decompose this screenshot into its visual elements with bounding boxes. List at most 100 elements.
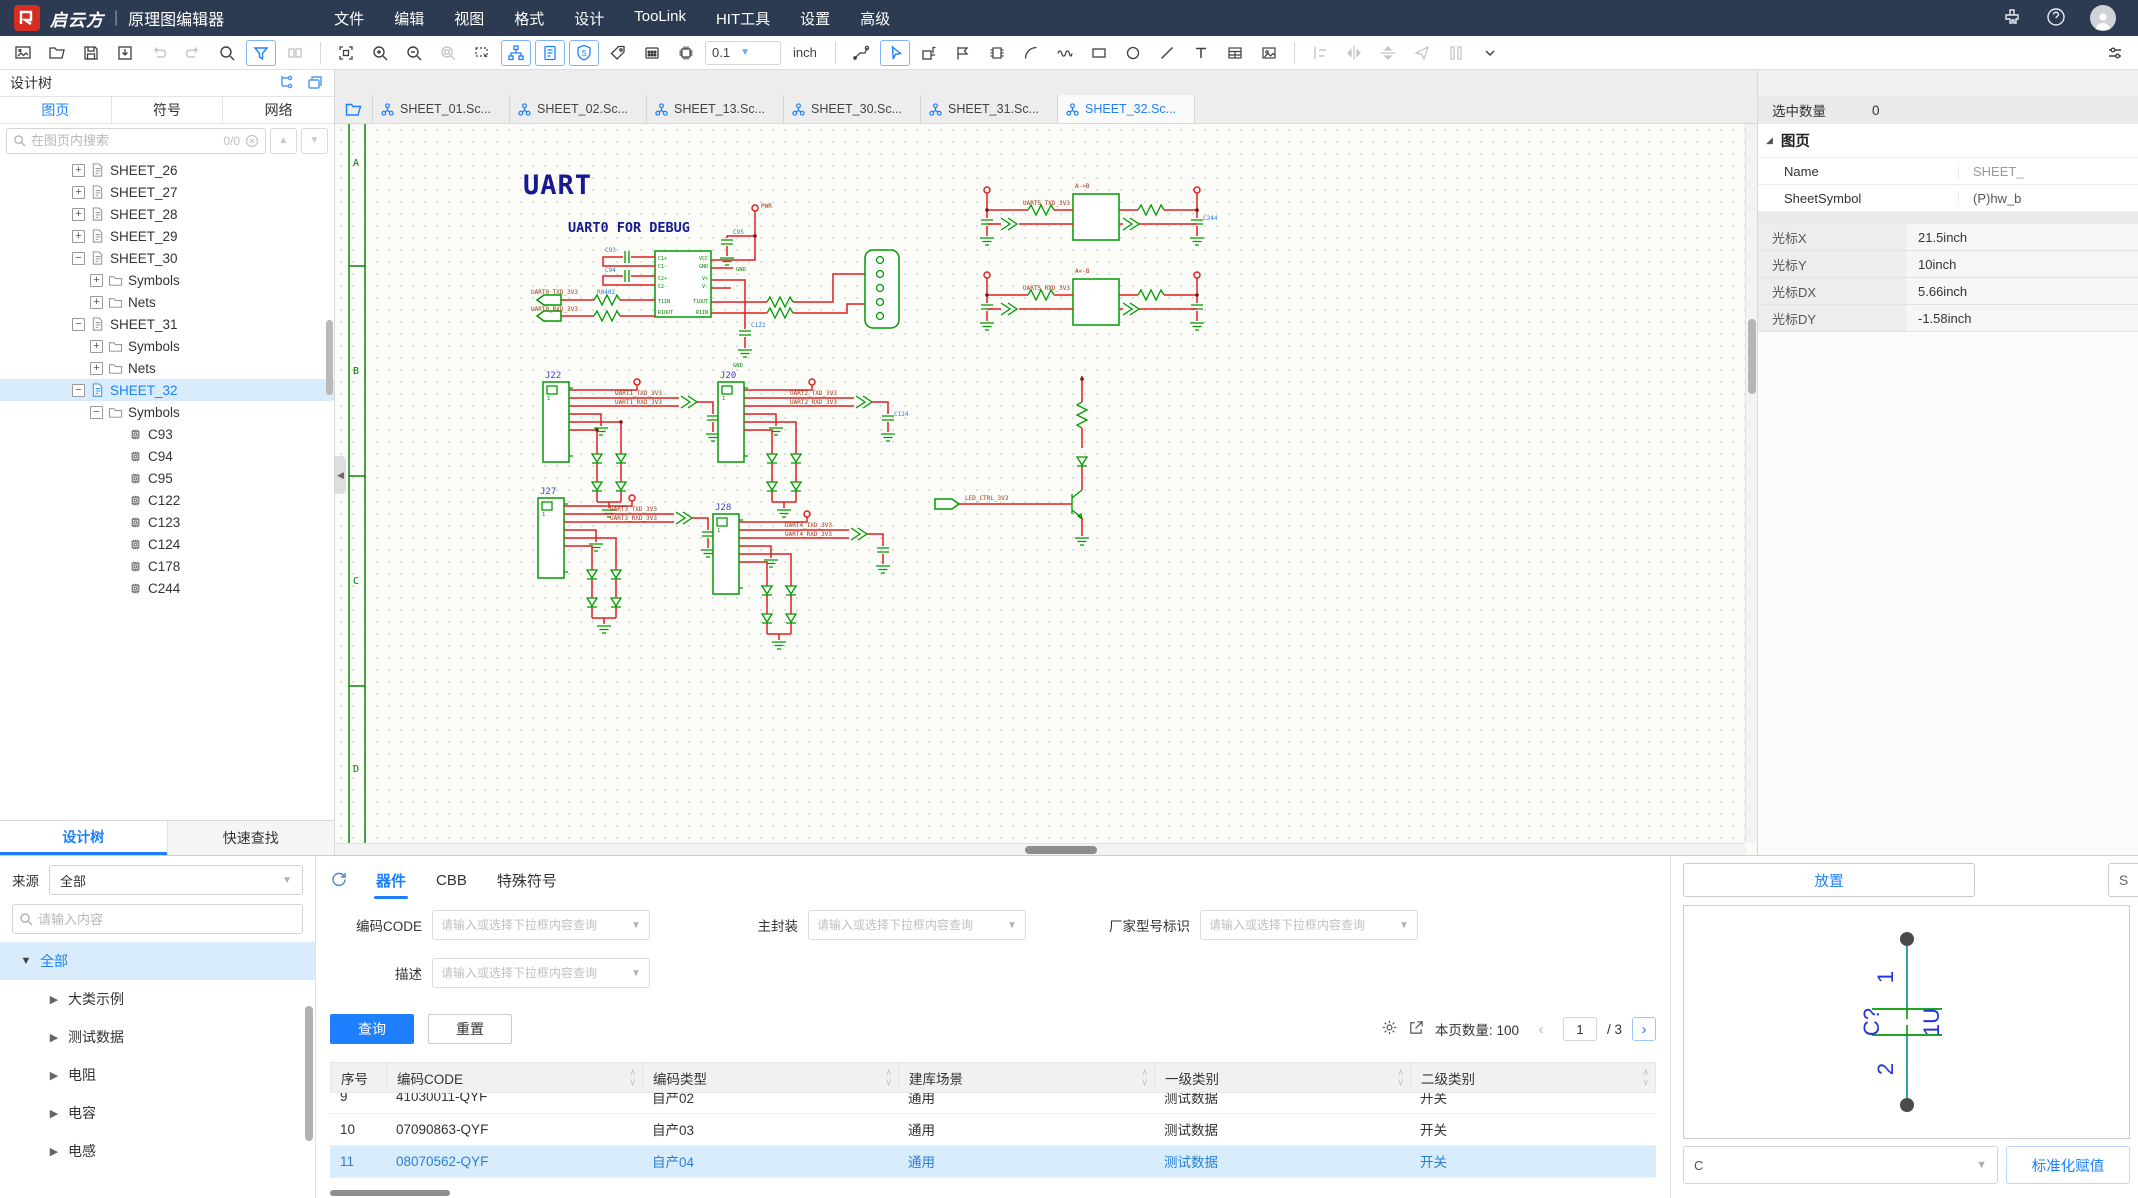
tree-item-sheet32-selected[interactable]: −SHEET_32 bbox=[0, 379, 334, 401]
doc-tab-sheet01[interactable]: SHEET_01.Sc... bbox=[373, 95, 510, 123]
arc-tool-icon[interactable] bbox=[1016, 40, 1046, 66]
tile-windows-icon[interactable] bbox=[280, 40, 310, 66]
sort-icons[interactable]: ∧∨ bbox=[629, 1067, 636, 1087]
vendor-filter-select[interactable]: ▼ bbox=[1200, 910, 1418, 940]
canvas-vertical-scrollbar[interactable] bbox=[1745, 124, 1757, 843]
expander-expand-icon[interactable]: + bbox=[72, 186, 85, 199]
line-tool-icon[interactable] bbox=[1152, 40, 1182, 66]
category-scrollbar[interactable] bbox=[305, 1006, 313, 1141]
net-flag-icon[interactable] bbox=[948, 40, 978, 66]
grid-size-select[interactable]: 0.1▼ bbox=[705, 41, 781, 65]
tree-item-c124[interactable]: C124 bbox=[0, 533, 334, 555]
tree-item-symbols[interactable]: +Symbols bbox=[0, 269, 334, 291]
col-code[interactable]: 编码CODE∧∨ bbox=[387, 1063, 643, 1093]
export-icon[interactable] bbox=[1408, 1019, 1425, 1039]
zoom-selection-icon[interactable] bbox=[433, 40, 463, 66]
tree-item-sheet31[interactable]: −SHEET_31 bbox=[0, 313, 334, 335]
table-horizontal-scrollbar[interactable] bbox=[330, 1190, 450, 1196]
ic-symbol-icon[interactable] bbox=[982, 40, 1012, 66]
toolbar-more-chevron-icon[interactable] bbox=[1475, 40, 1505, 66]
expander-expand-icon[interactable]: + bbox=[72, 208, 85, 221]
tree-item-c94[interactable]: C94 bbox=[0, 445, 334, 467]
search-next-button[interactable]: ▼ bbox=[301, 128, 328, 154]
refresh-icon[interactable] bbox=[330, 870, 348, 891]
designator-select[interactable]: C▼ bbox=[1683, 1146, 1998, 1184]
category-all[interactable]: ▼全部 bbox=[0, 942, 315, 980]
open-file-icon[interactable] bbox=[42, 40, 72, 66]
mirror-vertical-icon[interactable] bbox=[1373, 40, 1403, 66]
send-icon[interactable] bbox=[1407, 40, 1437, 66]
expander-collapse-icon[interactable]: − bbox=[72, 318, 85, 331]
caret-down-icon[interactable]: ▼ bbox=[20, 955, 32, 967]
menu-format[interactable]: 格式 bbox=[514, 8, 544, 29]
user-avatar[interactable] bbox=[2090, 5, 2116, 31]
tree-item-symbols[interactable]: −Symbols bbox=[0, 401, 334, 423]
query-button[interactable]: 查询 bbox=[330, 1014, 414, 1044]
clear-search-icon[interactable] bbox=[245, 134, 259, 148]
expand-tree-icon[interactable] bbox=[278, 73, 296, 94]
panel-collapse-handle[interactable]: ◀ bbox=[335, 456, 346, 494]
expander-expand-icon[interactable]: + bbox=[72, 164, 85, 177]
caret-right-icon[interactable]: ▶ bbox=[48, 1069, 60, 1082]
col-scenario[interactable]: 建库场景∧∨ bbox=[899, 1063, 1155, 1093]
bottom-tab-design-tree[interactable]: 设计树 bbox=[0, 821, 167, 855]
tree-item-sheet27[interactable]: +SHEET_27 bbox=[0, 181, 334, 203]
doc-tab-sheet30[interactable]: SHEET_30.Sc... bbox=[784, 95, 921, 123]
reset-button[interactable]: 重置 bbox=[428, 1014, 512, 1044]
caret-right-icon[interactable]: ▶ bbox=[48, 1145, 60, 1158]
doc-tab-sheet31[interactable]: SHEET_31.Sc... bbox=[921, 95, 1058, 123]
code-filter-select[interactable]: ▼ bbox=[432, 910, 650, 940]
table-row-selected[interactable]: 1108070562-QYF自产04通用测试数据开关 bbox=[330, 1145, 1656, 1177]
expander-expand-icon[interactable]: + bbox=[90, 340, 103, 353]
locate-sheet-icon[interactable] bbox=[306, 73, 324, 94]
standardize-assign-button[interactable]: 标准化赋值 bbox=[2006, 1146, 2130, 1184]
sort-icons[interactable]: ∧∨ bbox=[1141, 1067, 1148, 1087]
hierarchy-icon[interactable] bbox=[501, 40, 531, 66]
text-tool-icon[interactable] bbox=[1186, 40, 1216, 66]
caret-right-icon[interactable]: ▶ bbox=[48, 993, 60, 1006]
col-code-type[interactable]: 编码类型∧∨ bbox=[643, 1063, 899, 1093]
tab-components[interactable]: 器件 bbox=[374, 860, 408, 901]
menu-toolink[interactable]: TooLink bbox=[634, 8, 686, 29]
zoom-out-icon[interactable] bbox=[399, 40, 429, 66]
tab-symbols[interactable]: 符号 bbox=[112, 97, 224, 123]
clean-brush-icon[interactable] bbox=[2002, 7, 2022, 30]
ic-chip-icon[interactable] bbox=[671, 40, 701, 66]
tree-item-c123[interactable]: C123 bbox=[0, 511, 334, 533]
table-row[interactable]: 941030011-QYF自产02通用测试数据开关 bbox=[330, 1093, 1656, 1113]
align-left-icon[interactable] bbox=[1305, 40, 1335, 66]
category-resistor[interactable]: ▶电阻 bbox=[0, 1056, 315, 1094]
sort-icons[interactable]: ∧∨ bbox=[1397, 1067, 1404, 1087]
section-sheet[interactable]: ◢ 图页 bbox=[1758, 124, 2138, 158]
place-part-icon[interactable] bbox=[914, 40, 944, 66]
save-icon[interactable] bbox=[76, 40, 106, 66]
tree-item-sheet30[interactable]: −SHEET_30 bbox=[0, 247, 334, 269]
image-tool-icon[interactable] bbox=[1254, 40, 1284, 66]
scrollbar-thumb[interactable] bbox=[1748, 319, 1756, 394]
import-icon[interactable] bbox=[110, 40, 140, 66]
search-prev-button[interactable]: ▲ bbox=[270, 128, 297, 154]
tree-item-sheet26[interactable]: +SHEET_26 bbox=[0, 159, 334, 181]
marquee-select-icon[interactable] bbox=[467, 40, 497, 66]
schematic-canvas[interactable]: A B C D UART UART0 FOR DEBUG C1+ C1- C2+… bbox=[335, 124, 1757, 855]
category-examples[interactable]: ▶大类示例 bbox=[0, 980, 315, 1018]
scrollbar-thumb[interactable] bbox=[1025, 846, 1097, 854]
expander-collapse-icon[interactable]: − bbox=[72, 384, 85, 397]
search-icon[interactable] bbox=[212, 40, 242, 66]
col-index[interactable]: 序号 bbox=[331, 1063, 387, 1093]
next-page-button[interactable]: › bbox=[1632, 1017, 1656, 1041]
menu-hit-tools[interactable]: HIT工具 bbox=[716, 8, 770, 29]
mirror-horizontal-icon[interactable] bbox=[1339, 40, 1369, 66]
tab-special-symbols[interactable]: 特殊符号 bbox=[495, 860, 559, 901]
canvas-horizontal-scrollbar[interactable] bbox=[335, 843, 1745, 855]
zoom-in-icon[interactable] bbox=[365, 40, 395, 66]
shield-s-icon[interactable]: S bbox=[569, 40, 599, 66]
tag-icon[interactable] bbox=[603, 40, 633, 66]
expander-expand-icon[interactable]: + bbox=[72, 230, 85, 243]
table-row[interactable]: 1007090863-QYF自产03通用测试数据开关 bbox=[330, 1113, 1656, 1145]
prev-page-button[interactable]: ‹ bbox=[1529, 1017, 1553, 1041]
select-cursor-icon[interactable] bbox=[880, 40, 910, 66]
side-tab-s[interactable]: S bbox=[2108, 863, 2138, 897]
help-icon[interactable] bbox=[2046, 7, 2066, 30]
current-page-input[interactable]: 1 bbox=[1563, 1017, 1597, 1041]
